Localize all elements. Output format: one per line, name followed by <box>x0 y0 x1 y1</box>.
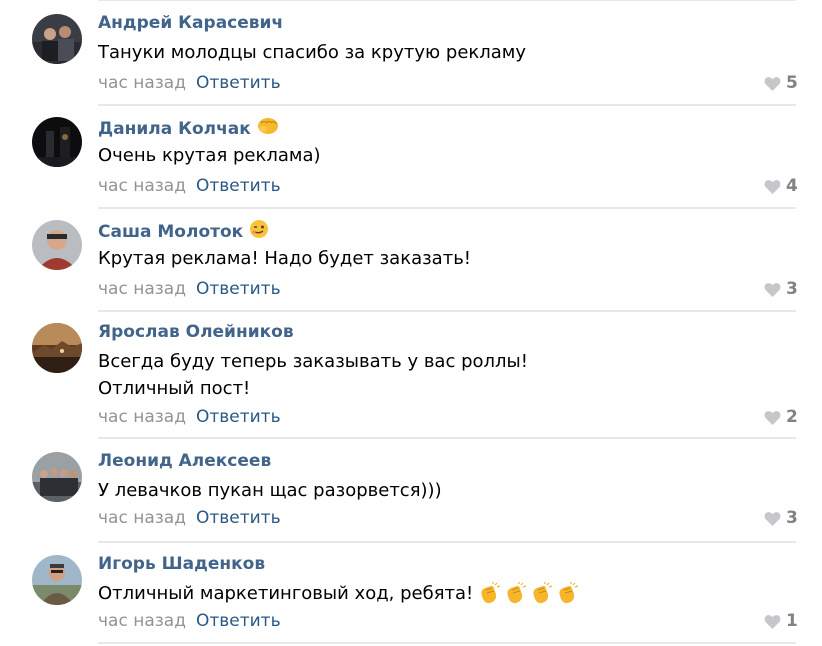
reply-link[interactable]: Ответить <box>196 611 281 631</box>
comment-text: Очень крутая реклама) <box>98 145 321 166</box>
comment-meta: час назад Ответить <box>98 176 281 196</box>
avatar[interactable] <box>32 220 82 270</box>
comment-text: Отличный маркетинговый ход, ребята! <box>98 580 581 607</box>
like-button[interactable]: 4 <box>764 176 798 196</box>
like-button[interactable]: 5 <box>764 73 798 93</box>
comment-author[interactable]: Саша Молоток <box>98 219 269 244</box>
like-count: 5 <box>786 73 798 93</box>
comment-text: Всегда буду теперь заказывать у вас ролл… <box>98 351 528 399</box>
comment-author[interactable]: Игорь Шаденков <box>98 554 265 574</box>
like-count: 2 <box>786 407 798 427</box>
comment-time[interactable]: час назад <box>98 176 186 196</box>
avatar[interactable] <box>32 14 82 64</box>
heart-icon <box>764 179 781 194</box>
like-count: 1 <box>786 611 798 631</box>
comment-author[interactable]: Леонид Алексеев <box>98 451 271 471</box>
clap-emoji <box>481 581 501 603</box>
wink-emoji <box>249 219 269 244</box>
comment-item: Саша Молоток Крутая реклама! Надо будет … <box>0 206 822 312</box>
comment-divider <box>98 642 796 644</box>
like-button[interactable]: 2 <box>764 407 798 427</box>
like-button[interactable]: 1 <box>764 611 798 631</box>
heart-icon <box>764 282 781 297</box>
comment-item: Андрей Карасевич Тануки молодцы спасибо … <box>0 0 822 106</box>
comment-text: Крутая реклама! Надо будет заказать! <box>98 248 472 269</box>
like-button[interactable]: 3 <box>764 508 798 528</box>
comment-meta: час назад Ответить <box>98 508 281 528</box>
comment-time[interactable]: час назад <box>98 508 186 528</box>
heart-icon <box>764 614 781 629</box>
clap-emoji <box>559 581 579 603</box>
like-count: 3 <box>786 508 798 528</box>
comment-time[interactable]: час назад <box>98 73 186 93</box>
reply-link[interactable]: Ответить <box>196 508 281 528</box>
reply-link[interactable]: Ответить <box>196 279 281 299</box>
heart-icon <box>764 511 781 526</box>
avatar[interactable] <box>32 323 82 373</box>
comment-meta: час назад Ответить <box>98 407 281 427</box>
comment-time[interactable]: час назад <box>98 279 186 299</box>
comment-text: Тануки молодцы спасибо за крутую рекламу <box>98 42 527 63</box>
avatar[interactable] <box>32 555 82 605</box>
reply-link[interactable]: Ответить <box>196 176 281 196</box>
comment-author[interactable]: Ярослав Олейников <box>98 322 294 342</box>
comment-meta: час назад Ответить <box>98 73 281 93</box>
like-count: 3 <box>786 279 798 299</box>
comment-item: Игорь Шаденков Отличный маркетинговый хо… <box>0 541 822 646</box>
comment-author[interactable]: Андрей Карасевич <box>98 13 283 33</box>
comment-meta: час назад Ответить <box>98 611 281 631</box>
comment-text: У левачков пукан щас разорвется))) <box>98 480 442 501</box>
comment-item: Ярослав Олейников Всегда буду теперь зак… <box>0 309 822 439</box>
heart-icon <box>764 410 781 425</box>
reply-link[interactable]: Ответить <box>196 73 281 93</box>
like-count: 4 <box>786 176 798 196</box>
comment-time[interactable]: час назад <box>98 407 186 427</box>
comment-item: Леонид Алексеев У левачков пукан щас раз… <box>0 438 822 544</box>
clap-emoji <box>533 581 553 603</box>
avatar[interactable] <box>32 117 82 167</box>
comment-item: Данила Колчак Очень крутая реклама) час … <box>0 103 822 209</box>
reply-link[interactable]: Ответить <box>196 407 281 427</box>
clap-emoji <box>507 581 527 603</box>
heart-icon <box>764 76 781 91</box>
like-button[interactable]: 3 <box>764 279 798 299</box>
fist-emoji <box>257 116 279 141</box>
clap-emojis <box>477 581 581 606</box>
comment-time[interactable]: час назад <box>98 611 186 631</box>
avatar[interactable] <box>32 452 82 502</box>
comment-author[interactable]: Данила Колчак <box>98 116 279 141</box>
comment-meta: час назад Ответить <box>98 279 281 299</box>
